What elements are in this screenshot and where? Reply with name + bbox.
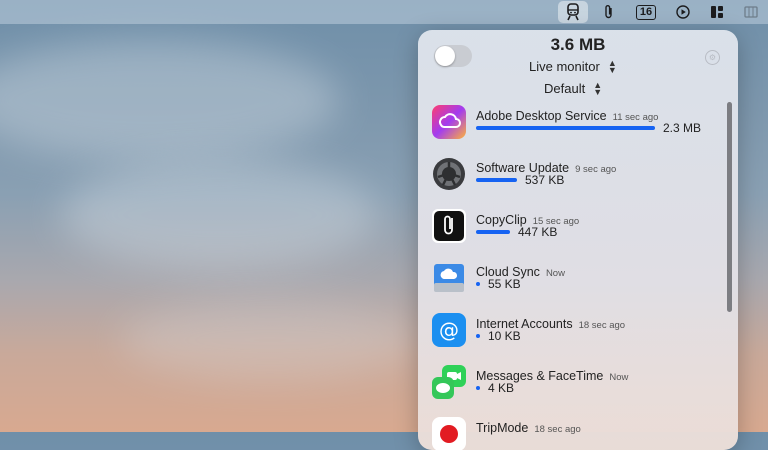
cloud-sync-icon [432,261,466,295]
app-name-line: Adobe Desktop Service 11 sec ago [476,107,658,125]
scrollbar[interactable] [727,102,732,312]
tripmode-icon [432,417,466,450]
adobe-cc-icon [432,105,466,139]
menu-bar: 16 [0,0,768,24]
window-layout-icon[interactable] [700,0,734,24]
usage-size: 4 KB [488,381,515,395]
app-row[interactable]: @ Internet Accounts 18 sec ago 10 KB [418,306,728,358]
app-name: TripMode [476,421,529,435]
svg-text:@: @ [439,318,459,342]
messages-facetime-icon [432,365,466,399]
usage-bar [476,282,480,286]
internet-accounts-icon: @ [432,313,466,347]
usage-size: 2.3 MB [663,121,702,135]
play-circle-icon[interactable] [666,0,700,24]
paperclip-icon[interactable] [592,0,626,24]
usage-size: 447 KB [518,225,558,239]
usage-size: 537 KB [525,173,565,187]
usage-bar [476,126,655,130]
usage-size: 10 KB [488,329,521,343]
chevron-updown-icon: ▲ ▼ [607,57,617,75]
grid-icon[interactable] [734,0,768,24]
app-row[interactable]: Adobe Desktop Service 11 sec ago 2.3 MB [418,98,728,150]
software-update-icon [432,157,466,191]
profile-selector[interactable]: Default ▲ ▼ [544,79,603,97]
last-activity: 11 sec ago [612,112,659,123]
profile-label: Default [544,81,586,96]
chevron-updown-icon: ▲ ▼ [593,79,603,97]
app-row[interactable]: CopyClip 15 sec ago 447 KB [418,202,728,254]
app-list: Adobe Desktop Service 11 sec ago 2.3 MB Sof… [418,98,728,450]
copyclip-icon [432,209,466,243]
usage-bar [476,178,517,182]
last-activity: Now [609,372,629,383]
app-row[interactable]: TripMode 18 sec ago [418,410,728,450]
calendar-badge-icon[interactable]: 16 [626,0,666,24]
app-row[interactable]: Cloud Sync Now 55 KB [418,254,728,306]
menubar-badge: 16 [635,4,657,20]
tripmode-panel: 3.6 MB Live monitor ▲ ▼ Default ▲ ▼ ⚙ Adob… [418,30,738,450]
cloud [120,300,420,380]
app-row[interactable]: Software Update 9 sec ago 537 KB [418,150,728,202]
usage-bar [476,334,480,338]
usage-size: 55 KB [488,277,521,291]
last-activity: 9 sec ago [575,164,617,175]
last-activity: Now [545,268,565,279]
app-name: Adobe Desktop Service [476,109,607,123]
app-row[interactable]: Messages & FaceTime Now 4 KB [418,358,728,410]
cloud [60,160,380,270]
tripmode-train-icon[interactable] [558,1,588,23]
usage-bar [476,230,510,234]
usage-bar [476,386,480,390]
mode-selector[interactable]: Live monitor ▲ ▼ [529,57,617,75]
last-activity: 18 sec ago [534,424,581,435]
mode-label: Live monitor [529,59,600,74]
last-activity: 18 sec ago [578,320,626,331]
total-usage: 3.6 MB [550,35,606,54]
cloud [0,40,340,160]
app-name-line: TripMode 18 sec ago [476,419,581,437]
gear-icon[interactable]: ⚙ [705,50,720,65]
